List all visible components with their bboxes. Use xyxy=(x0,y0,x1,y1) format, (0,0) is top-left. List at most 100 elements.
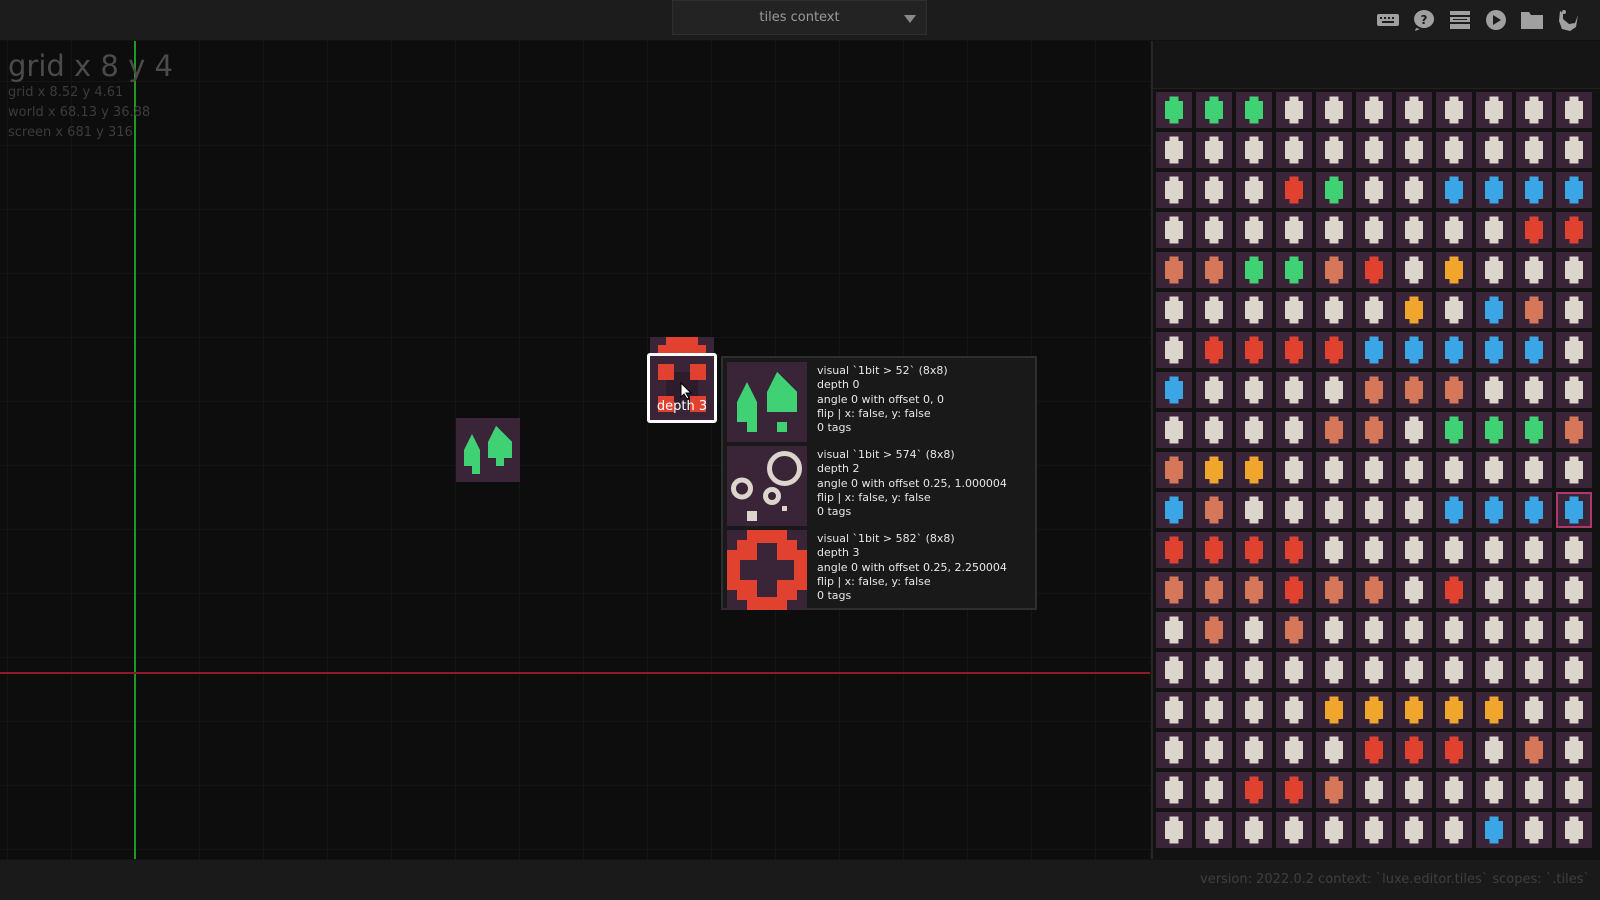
chevron-down-icon[interactable] xyxy=(904,15,916,23)
palette-tile[interactable] xyxy=(1476,332,1512,368)
palette-tile[interactable] xyxy=(1476,732,1512,768)
palette-tile[interactable] xyxy=(1356,572,1392,608)
palette-tile[interactable] xyxy=(1476,692,1512,728)
palette-tile[interactable] xyxy=(1316,812,1352,848)
palette-tile[interactable] xyxy=(1556,92,1592,128)
palette-tile[interactable] xyxy=(1476,492,1512,528)
palette-tile[interactable] xyxy=(1476,412,1512,448)
palette-tile[interactable] xyxy=(1356,412,1392,448)
palette-tile[interactable] xyxy=(1156,452,1192,488)
palette-tile[interactable] xyxy=(1196,332,1232,368)
palette-tile[interactable] xyxy=(1396,252,1432,288)
palette-tile[interactable] xyxy=(1516,452,1552,488)
palette-tile[interactable] xyxy=(1476,372,1512,408)
palette-tile[interactable] xyxy=(1316,652,1352,688)
palette-tile[interactable] xyxy=(1236,652,1272,688)
palette-tile[interactable] xyxy=(1196,452,1232,488)
palette-tile[interactable] xyxy=(1436,452,1472,488)
palette-tile[interactable] xyxy=(1516,372,1552,408)
palette-tile[interactable] xyxy=(1156,252,1192,288)
palette-tile[interactable] xyxy=(1516,612,1552,648)
palette-tile[interactable] xyxy=(1356,452,1392,488)
palette-tile[interactable] xyxy=(1196,612,1232,648)
palette-tile[interactable] xyxy=(1436,692,1472,728)
palette-tile[interactable] xyxy=(1276,772,1312,808)
palette-tile[interactable] xyxy=(1196,172,1232,208)
palette-tile[interactable] xyxy=(1556,332,1592,368)
palette-tile[interactable] xyxy=(1156,692,1192,728)
palette-tile[interactable] xyxy=(1516,812,1552,848)
palette-tile[interactable] xyxy=(1396,132,1432,168)
palette-tile[interactable] xyxy=(1556,692,1592,728)
palette-tile[interactable] xyxy=(1556,652,1592,688)
palette-tile[interactable] xyxy=(1476,92,1512,128)
palette-tile[interactable] xyxy=(1236,212,1272,248)
palette-tile[interactable] xyxy=(1316,172,1352,208)
palette-tile[interactable] xyxy=(1476,212,1512,248)
palette-tile[interactable] xyxy=(1316,132,1352,168)
palette-tile[interactable] xyxy=(1196,92,1232,128)
palette-tile[interactable] xyxy=(1556,132,1592,168)
palette-tile[interactable] xyxy=(1396,812,1432,848)
palette-tile[interactable] xyxy=(1236,172,1272,208)
palette-tile[interactable] xyxy=(1236,772,1272,808)
palette-tile[interactable] xyxy=(1396,92,1432,128)
palette-tile[interactable] xyxy=(1516,732,1552,768)
palette-tile[interactable] xyxy=(1396,732,1432,768)
palette-tile[interactable] xyxy=(1196,492,1232,528)
palette-tile[interactable] xyxy=(1556,412,1592,448)
palette-tile[interactable] xyxy=(1316,212,1352,248)
keyboard-icon[interactable] xyxy=(1375,8,1400,31)
palette-tile[interactable] xyxy=(1276,412,1312,448)
palette-tile[interactable] xyxy=(1236,412,1272,448)
palette-tile[interactable] xyxy=(1476,652,1512,688)
layers-icon[interactable] xyxy=(1447,8,1472,31)
palette-tile[interactable] xyxy=(1236,532,1272,568)
palette-grid[interactable] xyxy=(1156,88,1600,848)
palette-tile[interactable] xyxy=(1196,772,1232,808)
palette-tile[interactable] xyxy=(1356,492,1392,528)
palette-tile[interactable] xyxy=(1556,772,1592,808)
palette-tile[interactable] xyxy=(1276,452,1312,488)
palette-tile[interactable] xyxy=(1356,692,1392,728)
palette-tile[interactable] xyxy=(1316,332,1352,368)
palette-tile[interactable] xyxy=(1236,292,1272,328)
palette-tile[interactable] xyxy=(1316,532,1352,568)
palette-tile[interactable] xyxy=(1316,292,1352,328)
palette-tile[interactable] xyxy=(1276,132,1312,168)
palette-tile[interactable] xyxy=(1236,572,1272,608)
palette-tile[interactable] xyxy=(1516,772,1552,808)
palette-tile[interactable] xyxy=(1356,332,1392,368)
palette-tile[interactable] xyxy=(1276,372,1312,408)
palette-tile[interactable] xyxy=(1196,252,1232,288)
palette-tile[interactable] xyxy=(1476,292,1512,328)
palette-tile[interactable] xyxy=(1196,292,1232,328)
help-icon[interactable]: ? xyxy=(1411,8,1436,31)
palette-tile[interactable] xyxy=(1276,692,1312,728)
palette-tile[interactable] xyxy=(1556,612,1592,648)
palette-tile[interactable] xyxy=(1436,332,1472,368)
palette-tile[interactable] xyxy=(1356,172,1392,208)
palette-tile[interactable] xyxy=(1476,612,1512,648)
palette-tile[interactable] xyxy=(1276,492,1312,528)
palette-tile[interactable] xyxy=(1516,652,1552,688)
selected-tile[interactable]: depth 3 xyxy=(647,353,717,423)
palette-tile[interactable] xyxy=(1396,692,1432,728)
palette-tile[interactable] xyxy=(1156,812,1192,848)
palette-tile[interactable] xyxy=(1476,772,1512,808)
palette-tile[interactable] xyxy=(1156,412,1192,448)
palette-tile[interactable] xyxy=(1196,732,1232,768)
palette-tile[interactable] xyxy=(1236,252,1272,288)
palette-tile[interactable] xyxy=(1236,372,1272,408)
palette-tile[interactable] xyxy=(1156,332,1192,368)
palette-tile[interactable] xyxy=(1156,572,1192,608)
palette-tile[interactable] xyxy=(1156,532,1192,568)
palette-tile[interactable] xyxy=(1396,772,1432,808)
palette-tile[interactable] xyxy=(1276,532,1312,568)
palette-tile[interactable] xyxy=(1516,572,1552,608)
palette-tile[interactable] xyxy=(1316,692,1352,728)
palette-tile[interactable] xyxy=(1196,212,1232,248)
palette-tile[interactable] xyxy=(1156,772,1192,808)
palette-tile[interactable] xyxy=(1356,212,1392,248)
palette-tile[interactable] xyxy=(1436,252,1472,288)
